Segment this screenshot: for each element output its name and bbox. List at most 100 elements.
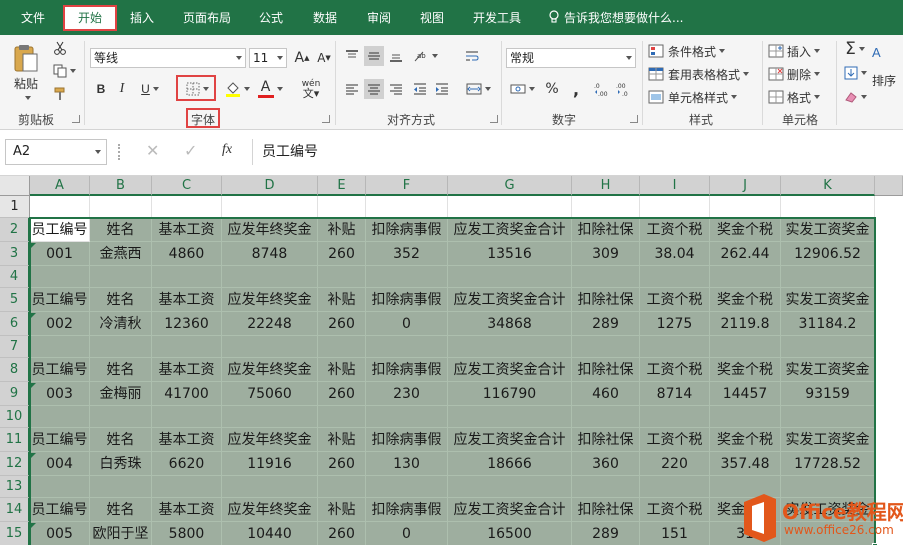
cell[interactable]: 补贴 — [318, 498, 366, 522]
cell[interactable]: 扣除病事假 — [366, 358, 448, 382]
cell[interactable]: 奖金个税 — [710, 218, 781, 242]
tab-review[interactable]: 审阅 — [363, 5, 395, 31]
name-box[interactable]: A2 — [5, 139, 107, 165]
cell[interactable]: 1275 — [640, 312, 710, 336]
decrease-indent-button[interactable] — [410, 79, 430, 99]
empty-cell[interactable] — [366, 196, 448, 218]
cell[interactable]: 金燕西 — [90, 242, 152, 266]
fill-color-button[interactable] — [222, 79, 252, 99]
fill-button[interactable] — [842, 63, 868, 83]
sort-filter-button[interactable]: A 排序 — [872, 39, 903, 95]
cell[interactable]: 应发年终奖金 — [222, 288, 318, 312]
cell[interactable]: 357.48 — [710, 452, 781, 476]
comma-style-button[interactable]: , — [566, 79, 586, 99]
cancel-icon[interactable]: ✕ — [146, 141, 159, 160]
cell[interactable]: 应发年终奖金 — [222, 358, 318, 382]
cell[interactable]: 289 — [572, 312, 640, 336]
format-cells-button[interactable]: 格式 — [768, 87, 832, 107]
column-header-j[interactable]: J — [710, 176, 781, 196]
paste-button[interactable]: 粘贴 — [8, 39, 44, 103]
empty-cell[interactable] — [318, 406, 366, 428]
cell[interactable]: 4860 — [152, 242, 222, 266]
cell[interactable]: 11916 — [222, 452, 318, 476]
column-header-g[interactable]: G — [448, 176, 572, 196]
empty-cell[interactable] — [710, 336, 781, 358]
empty-cell[interactable] — [222, 476, 318, 498]
cell[interactable]: 41700 — [152, 382, 222, 406]
tab-page-layout[interactable]: 页面布局 — [180, 5, 234, 31]
cell[interactable]: 002 — [30, 312, 90, 336]
active-cell-a2[interactable]: 员工编号 — [30, 218, 90, 242]
empty-cell[interactable] — [90, 266, 152, 288]
column-header-e[interactable]: E — [318, 176, 366, 196]
wrap-text-button[interactable] — [462, 46, 482, 66]
empty-cell[interactable] — [318, 266, 366, 288]
empty-cell[interactable] — [781, 266, 875, 288]
cell[interactable]: 实发工资奖金 — [781, 218, 875, 242]
cell[interactable]: 260 — [318, 312, 366, 336]
cell[interactable]: 31184.2 — [781, 312, 875, 336]
select-all-corner[interactable] — [0, 176, 30, 196]
empty-cell[interactable] — [781, 196, 875, 218]
cell[interactable]: 扣除病事假 — [366, 218, 448, 242]
cell[interactable]: 005 — [30, 522, 90, 545]
empty-cell[interactable] — [222, 266, 318, 288]
cell[interactable]: 应发工资奖金合计 — [448, 358, 572, 382]
cell[interactable]: 扣除社保 — [572, 428, 640, 452]
delete-cells-button[interactable]: 删除 — [768, 64, 832, 84]
empty-cell[interactable] — [152, 266, 222, 288]
row-header-13[interactable]: 13 — [0, 476, 30, 498]
tab-insert[interactable]: 插入 — [126, 5, 158, 31]
cell[interactable]: 17728.52 — [781, 452, 875, 476]
cell[interactable]: 003 — [30, 382, 90, 406]
cell[interactable]: 352 — [366, 242, 448, 266]
cell[interactable]: 8748 — [222, 242, 318, 266]
empty-cell[interactable] — [152, 336, 222, 358]
cell[interactable]: 基本工资 — [152, 358, 222, 382]
cell[interactable]: 151 — [640, 522, 710, 545]
empty-cell[interactable] — [152, 196, 222, 218]
cell[interactable]: 奖金个税 — [710, 358, 781, 382]
decrease-decimal-button[interactable]: .00.0 — [614, 79, 634, 99]
align-middle-button[interactable] — [364, 46, 384, 66]
cell[interactable]: 14457 — [710, 382, 781, 406]
cell[interactable]: 员工编号 — [30, 428, 90, 452]
italic-button[interactable]: I — [114, 79, 130, 99]
cell[interactable]: 230 — [366, 382, 448, 406]
underline-button[interactable]: U — [136, 79, 164, 99]
empty-cell[interactable] — [640, 266, 710, 288]
number-format-combo[interactable]: 常规 — [506, 48, 636, 68]
empty-cell[interactable] — [222, 406, 318, 428]
cell[interactable]: 实发工资奖金 — [781, 288, 875, 312]
cell[interactable]: 289 — [572, 522, 640, 545]
column-header-d[interactable]: D — [222, 176, 318, 196]
row-header-5[interactable]: 5 — [0, 288, 30, 312]
tab-data[interactable]: 数据 — [309, 5, 341, 31]
cell[interactable]: 75060 — [222, 382, 318, 406]
empty-cell[interactable] — [448, 266, 572, 288]
increase-decimal-button[interactable]: .0.00 — [592, 79, 612, 99]
percent-button[interactable]: % — [542, 79, 562, 99]
empty-cell[interactable] — [30, 476, 90, 498]
cell[interactable]: 奖金个税 — [710, 428, 781, 452]
tab-developer[interactable]: 开发工具 — [470, 5, 524, 31]
cell[interactable]: 姓名 — [90, 358, 152, 382]
merge-center-button[interactable] — [462, 79, 494, 99]
currency-button[interactable] — [508, 79, 536, 99]
empty-cell[interactable] — [448, 406, 572, 428]
align-top-button[interactable] — [342, 46, 362, 66]
cell[interactable]: 应发工资奖金合计 — [448, 428, 572, 452]
tab-formulas[interactable]: 公式 — [256, 5, 286, 31]
empty-cell[interactable] — [710, 266, 781, 288]
row-header-15[interactable]: 15 — [0, 522, 30, 545]
cell[interactable]: 补贴 — [318, 218, 366, 242]
cell[interactable]: 扣除社保 — [572, 218, 640, 242]
empty-cell[interactable] — [710, 406, 781, 428]
empty-cell[interactable] — [318, 476, 366, 498]
cell[interactable]: 应发工资奖金合计 — [448, 498, 572, 522]
cell[interactable]: 扣除社保 — [572, 498, 640, 522]
align-left-button[interactable] — [342, 79, 362, 99]
column-header-i[interactable]: I — [640, 176, 710, 196]
align-center-button[interactable] — [364, 79, 384, 99]
cell[interactable]: 360 — [572, 452, 640, 476]
